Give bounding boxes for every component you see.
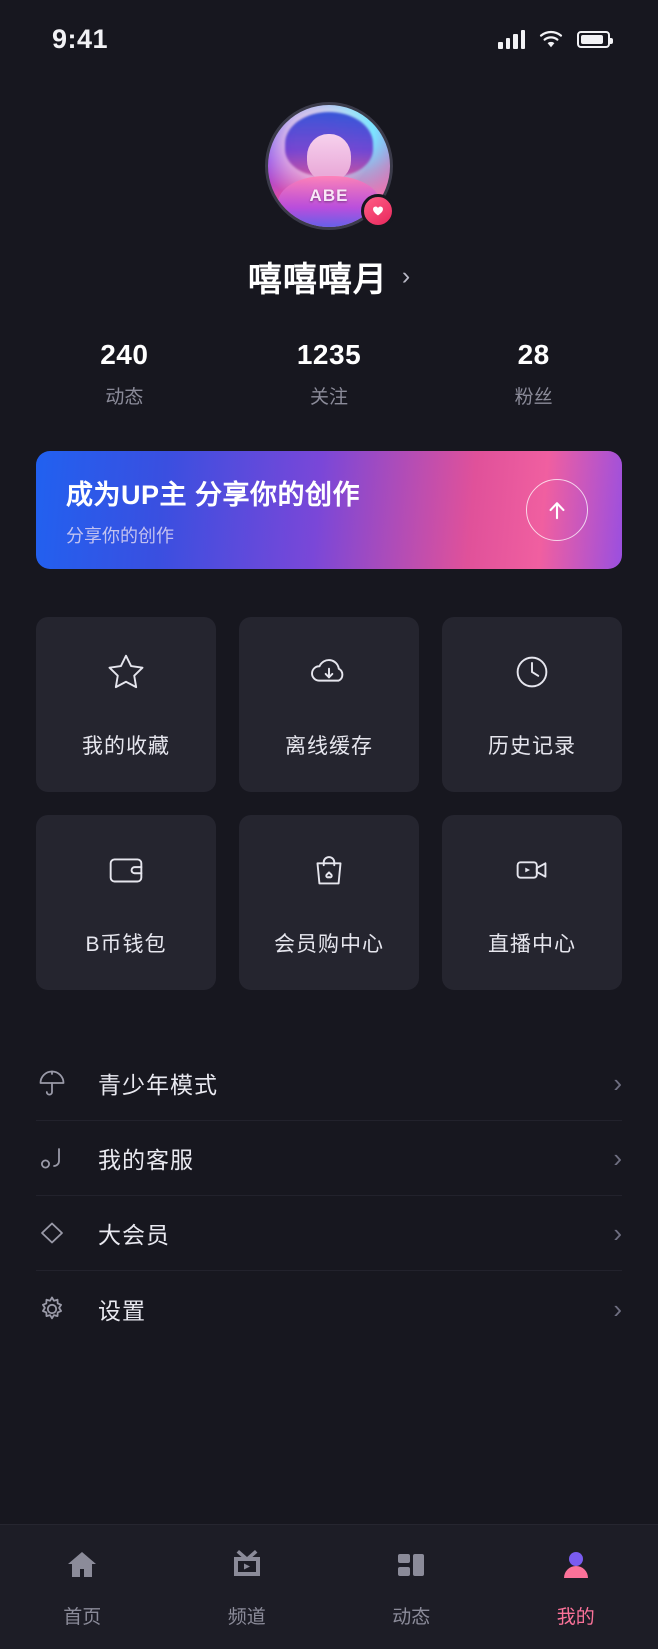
shopping-bag-icon [306,847,352,898]
username: 嘻嘻嘻月 [247,261,388,299]
stat-followers[interactable]: 28 粉丝 [431,339,636,409]
list-item-teen-mode[interactable]: 青少年模式 › [36,1046,622,1121]
username-row[interactable]: 嘻嘻嘻月 › [0,252,658,301]
star-icon [103,649,149,700]
stat-value: 1235 [296,339,362,370]
list-item-label: 青少年模式 [98,1072,218,1098]
settings-list: 青少年模式 › 我的客服 › 大会员 › 设置 › [0,1046,658,1346]
cloud-download-icon [306,649,352,700]
list-item-label: 大会员 [98,1222,170,1248]
wifi-icon [538,30,564,49]
grid-item-label: 我的收藏 [82,735,170,758]
diamond-icon [36,1217,98,1249]
chevron-right-icon: › [613,1068,622,1098]
grid-item-label: 历史记录 [488,735,576,758]
grid-item-live-center[interactable]: 直播中心 [442,815,622,990]
tv-icon [227,1545,267,1590]
grid-item-favorites[interactable]: 我的收藏 [36,617,216,792]
app-screen: 9:41 ABE 嘻嘻嘻月 › 240 动态 1235 关注 28 粉丝 成为U… [0,0,658,1649]
banner-subtitle: 分享你的创作 [66,525,174,546]
stat-following[interactable]: 1235 关注 [227,339,432,409]
list-item-settings[interactable]: 设置 › [36,1271,622,1346]
tab-dynamic[interactable]: 动态 [329,1545,494,1629]
banner-title: 成为UP主 分享你的创作 [66,479,361,510]
stat-label: 关注 [310,387,349,408]
status-indicators [498,29,613,49]
grid-item-history[interactable]: 历史记录 [442,617,622,792]
heart-badge-icon [361,194,395,228]
grid-item-member-shop[interactable]: 会员购中心 [239,815,419,990]
grid-item-label: 会员购中心 [274,933,384,956]
list-item-customer-service[interactable]: 我的客服 › [36,1121,622,1196]
profile-header: ABE 嘻嘻嘻月 › 240 动态 1235 关注 28 粉丝 [0,78,658,409]
list-item-vip[interactable]: 大会员 › [36,1196,622,1271]
layout-icon [391,1545,431,1590]
home-icon [62,1545,102,1590]
stat-label: 动态 [105,387,144,408]
tab-label: 频道 [227,1607,266,1628]
chevron-right-icon: › [401,262,411,290]
tab-mine[interactable]: 我的 [494,1545,658,1629]
stats-row: 240 动态 1235 关注 28 粉丝 [0,339,658,409]
chevron-right-icon: › [613,1218,622,1248]
avatar[interactable]: ABE [265,102,395,230]
grid-item-label: B币钱包 [85,933,167,956]
status-bar: 9:41 [0,0,658,78]
avatar-art-face [307,134,351,181]
status-time: 9:41 [52,23,109,54]
become-up-banner[interactable]: 成为UP主 分享你的创作 分享你的创作 [36,451,622,569]
chevron-right-icon: › [613,1293,622,1324]
bottom-tab-bar: 首页 频道 动态 我的 [0,1524,658,1649]
tab-home[interactable]: 首页 [0,1545,165,1629]
gear-icon [36,1293,98,1325]
stat-value: 240 [100,339,149,370]
video-camera-icon [509,847,555,898]
tab-channel[interactable]: 频道 [165,1545,330,1629]
chevron-right-icon: › [613,1143,622,1173]
stat-dynamic[interactable]: 240 动态 [22,339,227,409]
shortcut-grid: 我的收藏 离线缓存 历史记录 B币钱包 会员购中心 直播中心 [36,617,622,990]
tab-label: 我的 [556,1607,595,1628]
person-icon [556,1545,596,1590]
upload-arrow-icon[interactable] [526,479,588,541]
stat-label: 粉丝 [514,387,553,408]
tab-label: 动态 [392,1607,431,1628]
banner-text: 成为UP主 分享你的创作 分享你的创作 [66,473,360,548]
stat-value: 28 [517,339,550,370]
clock-icon [509,649,555,700]
headset-icon [36,1142,98,1174]
cellular-signal-icon [498,29,525,49]
wallet-icon [103,847,149,898]
grid-item-offline-cache[interactable]: 离线缓存 [239,617,419,792]
umbrella-icon [36,1067,98,1099]
list-item-label: 我的客服 [98,1147,194,1173]
grid-item-label: 离线缓存 [285,735,373,758]
grid-item-wallet[interactable]: B币钱包 [36,815,216,990]
list-item-label: 设置 [98,1297,146,1324]
tab-label: 首页 [63,1607,102,1628]
grid-item-label: 直播中心 [488,933,576,956]
battery-icon [577,30,613,48]
